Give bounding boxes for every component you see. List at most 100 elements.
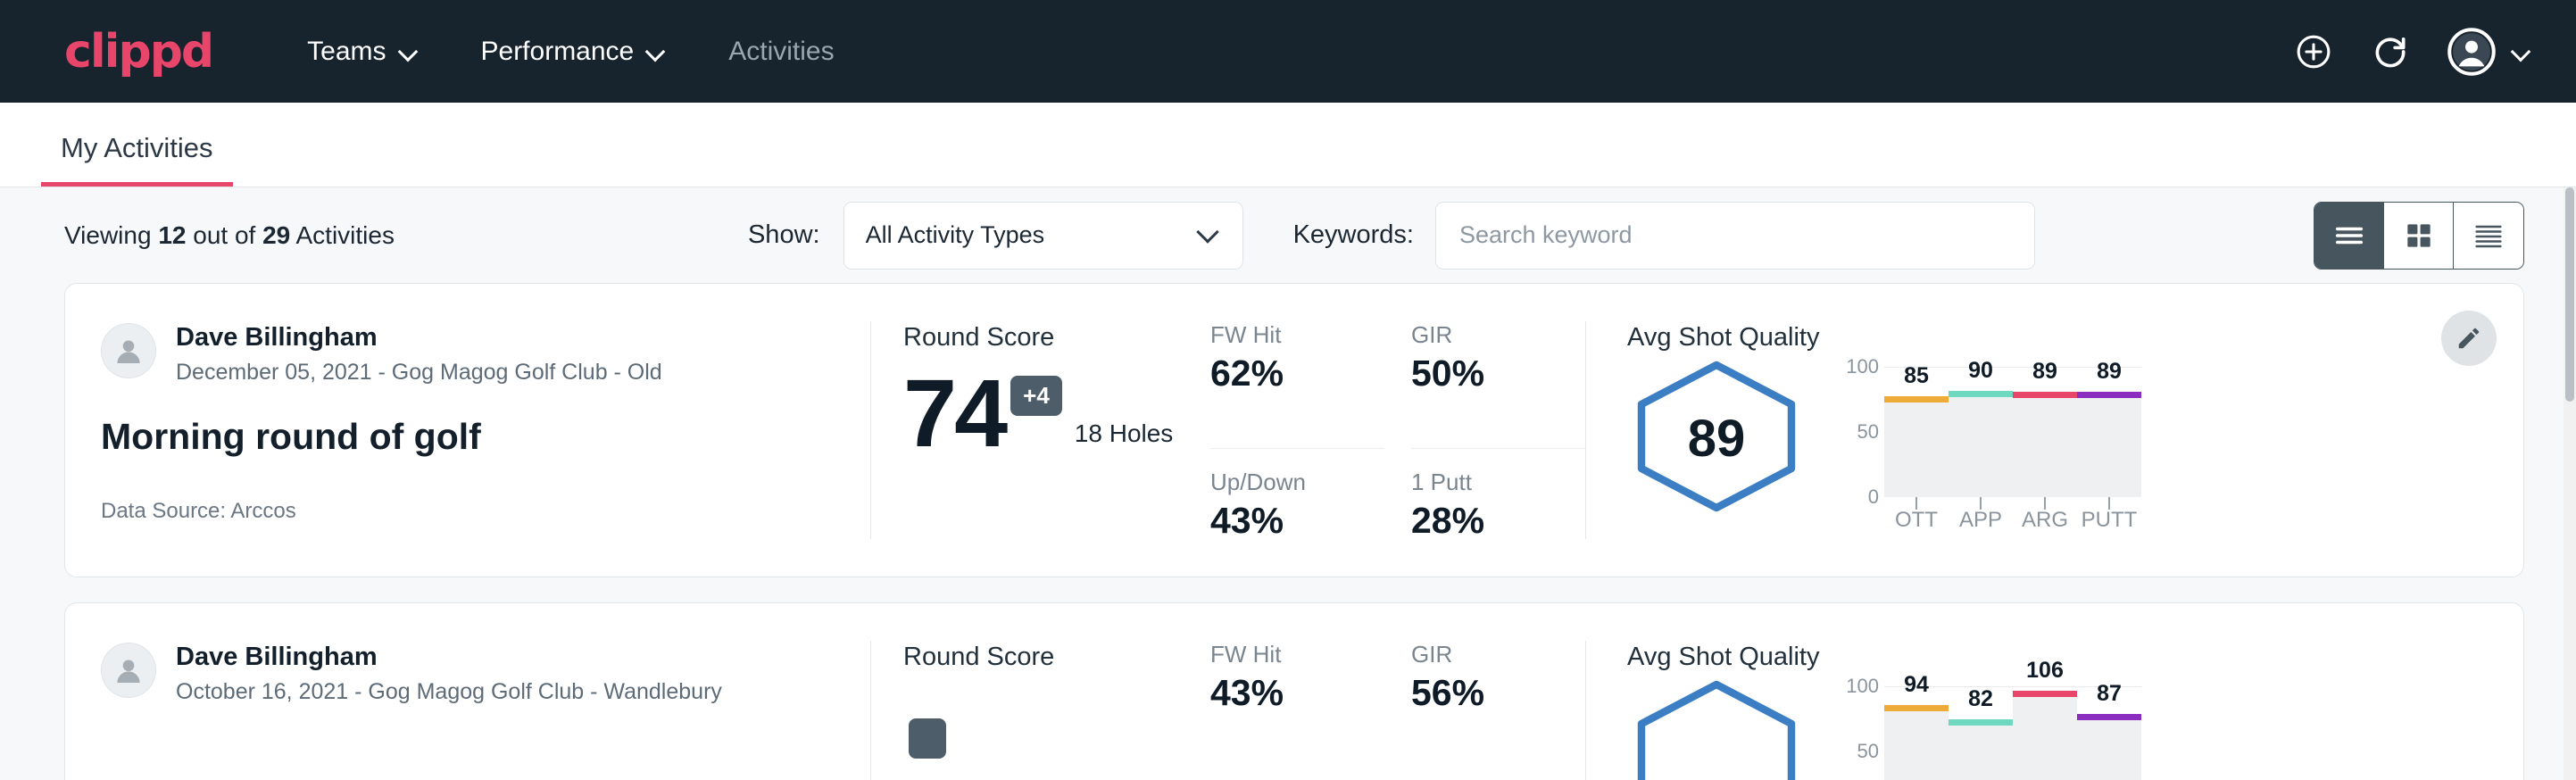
stat-gir-value: 50% — [1411, 353, 1567, 394]
grid-view-icon — [2402, 219, 2436, 253]
round-score-row: 74 +4 18 Holes — [903, 363, 1210, 457]
compact-view-icon — [2471, 218, 2506, 253]
chart-bar — [1884, 705, 1949, 780]
chart-bar-value: 90 — [1949, 358, 2013, 384]
chart-bar — [2077, 392, 2141, 497]
chart-bar-value: 85 — [1884, 363, 1949, 389]
chart-bars: 948210687 — [1884, 686, 2141, 780]
chart-bar-cap — [1949, 391, 2013, 397]
view-mode-toggle-group — [2314, 202, 2524, 270]
scrollbar-thumb[interactable] — [2565, 187, 2574, 402]
chevron-down-icon — [399, 43, 417, 61]
activity-author: Dave Billingham December 05, 2021 - Gog … — [101, 323, 829, 386]
stat-gir: GIR 56% — [1411, 641, 1585, 780]
clippd-logo[interactable]: clippd — [64, 29, 212, 75]
avatar — [101, 323, 156, 378]
edit-activity-button[interactable] — [2441, 311, 2497, 366]
user-avatar-menu[interactable] — [2447, 28, 2530, 76]
chevron-down-icon — [2512, 43, 2530, 61]
activity-type-select[interactable]: All Activity Types — [843, 202, 1243, 270]
chart-bar-value: 87 — [2077, 681, 2141, 707]
show-label: Show: — [748, 220, 820, 250]
activity-card[interactable]: Dave Billingham October 16, 2021 - Gog M… — [64, 602, 2524, 780]
chart-y-axis: 100 50 0 — [1831, 367, 1884, 497]
page-scrollbar[interactable] — [2564, 187, 2576, 780]
avg-shot-quality-section: Avg Shot Quality 89 100 50 0 — [1586, 284, 2523, 577]
nav-item-performance[interactable]: Performance — [481, 37, 665, 67]
round-stats-grid: FW Hit 62% GIR 50% Up/Down 43% 1 Putt 28… — [1210, 284, 1585, 577]
round-score-label: Round Score — [903, 643, 1210, 672]
score-differential-badge — [909, 718, 946, 759]
round-score-value: 74 — [903, 369, 1005, 457]
activity-title: Morning round of golf — [101, 416, 829, 458]
tab-my-activities[interactable]: My Activities — [41, 132, 233, 187]
chart-bar-cap — [2077, 714, 2141, 720]
y-tick-0: 0 — [1868, 485, 1879, 509]
activity-card-list: Dave Billingham December 05, 2021 - Gog … — [0, 283, 2576, 780]
chevron-down-icon — [646, 43, 664, 61]
chevron-down-icon — [1196, 220, 1218, 243]
nav-actions — [2294, 28, 2530, 76]
chart-x-label: ARG — [2013, 508, 2077, 533]
activity-date-course: December 05, 2021 - Gog Magog Golf Club … — [176, 360, 662, 386]
stat-fw-hit-label: FW Hit — [1210, 321, 1367, 349]
chart-bar-cap — [2013, 392, 2077, 398]
stat-one-putt-value: 28% — [1411, 500, 1567, 542]
keywords-label: Keywords: — [1293, 220, 1414, 250]
activity-card[interactable]: Dave Billingham December 05, 2021 - Gog … — [64, 283, 2524, 577]
compact-view-toggle[interactable] — [2454, 203, 2523, 269]
viewing-count: 12 — [158, 221, 186, 249]
chart-bar-value: 89 — [2013, 359, 2077, 385]
grid-view-toggle[interactable] — [2384, 203, 2454, 269]
chart-bar-group: 85 — [1884, 367, 1949, 497]
viewing-suffix: Activities — [290, 221, 395, 249]
chart-bar-cap — [1949, 719, 2013, 726]
refresh-icon[interactable] — [2371, 32, 2410, 71]
avg-shot-quality-value — [1627, 677, 1806, 780]
user-avatar-icon — [110, 651, 147, 689]
avg-shot-quality-body: 100 50 0 948210687 — [1627, 677, 2523, 780]
chart-bar-value: 89 — [2077, 359, 2141, 385]
top-navigation-bar: clippd Teams Performance Activities — [0, 0, 2576, 103]
add-circle-icon[interactable] — [2294, 32, 2333, 71]
list-view-toggle[interactable] — [2314, 203, 2384, 269]
stat-one-putt: 1 Putt 28% — [1411, 469, 1585, 577]
stat-gir-label: GIR — [1411, 321, 1567, 349]
activity-data-source: Data Source: Arccos — [101, 499, 829, 524]
nav-item-activities-label: Activities — [728, 37, 834, 67]
chart-bar-value: 94 — [1884, 672, 1949, 698]
tab-bar: My Activities — [0, 103, 2576, 187]
stat-up-down: Up/Down 43% — [1210, 469, 1384, 577]
viewing-mid: out of — [186, 221, 262, 249]
chart-x-labels: OTTAPPARGPUTT — [1884, 508, 2141, 533]
round-score-section: Round Score — [871, 603, 1210, 780]
shot-quality-bar-chart: 100 50 0 948210687 — [1806, 677, 2523, 780]
nav-item-activities[interactable]: Activities — [728, 37, 834, 67]
stat-gir-value: 56% — [1411, 672, 1567, 714]
nav-item-performance-label: Performance — [481, 37, 635, 67]
chart-bar — [1884, 396, 1949, 497]
stat-fw-hit-value: 43% — [1210, 672, 1367, 714]
chart-bar-group: 106 — [2013, 686, 2077, 780]
avg-shot-quality-label: Avg Shot Quality — [1627, 323, 2523, 353]
y-tick-50: 50 — [1857, 740, 1879, 763]
search-input[interactable] — [1435, 202, 2035, 270]
chart-bar-group: 90 — [1949, 367, 2013, 497]
holes-label: 18 Holes — [1075, 419, 1174, 448]
chart-y-axis: 100 50 0 — [1831, 686, 1884, 780]
nav-item-teams[interactable]: Teams — [307, 37, 416, 67]
stat-gir-label: GIR — [1411, 641, 1567, 668]
player-name: Dave Billingham — [176, 323, 662, 353]
stat-fw-hit: FW Hit 62% — [1210, 321, 1384, 449]
avg-shot-quality-body: 89 100 50 0 85908989 — [1627, 358, 2523, 533]
round-score-row — [903, 683, 1210, 780]
activity-type-select-value: All Activity Types — [866, 221, 1045, 249]
round-stats-grid: FW Hit 43% GIR 56% — [1210, 603, 1585, 780]
list-view-icon — [2331, 218, 2367, 253]
avatar — [101, 643, 156, 698]
player-name: Dave Billingham — [176, 643, 722, 672]
show-filter-group: Show: All Activity Types — [748, 202, 1243, 270]
stat-up-down-value: 43% — [1210, 500, 1367, 542]
shot-quality-hexagon — [1627, 677, 1806, 780]
filter-bar: Viewing 12 out of 29 Activities Show: Al… — [0, 187, 2576, 283]
